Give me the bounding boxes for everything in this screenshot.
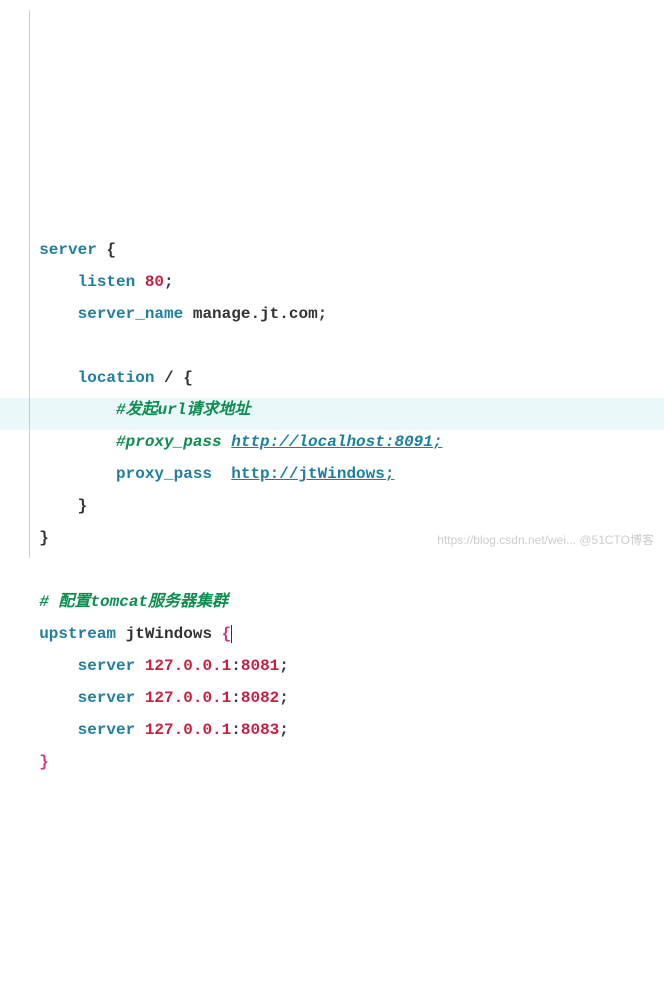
srv3-ip: 127.0.0.1 [145, 721, 231, 739]
semicolon: ; [164, 273, 174, 291]
comment-proxypass-link: http://localhost:8091; [231, 433, 442, 451]
semicolon: ; [279, 689, 289, 707]
code-block: server { listen 80; server_name manage.j… [20, 234, 664, 778]
comment-proxypass-prefix: #proxy_pass [116, 433, 231, 451]
semicolon: ; [279, 657, 289, 675]
srv2-ip: 127.0.0.1 [145, 689, 231, 707]
brace-close: } [39, 529, 49, 547]
colon: : [231, 689, 241, 707]
keyword-server: server [78, 657, 136, 675]
keyword-server: server [78, 689, 136, 707]
colon: : [231, 657, 241, 675]
upstream-name: jtWindows [126, 625, 212, 643]
keyword-server-name: server_name [78, 305, 184, 323]
brace-open: { [183, 369, 193, 387]
srv2-port: 8082 [241, 689, 279, 707]
keyword-proxypass: proxy_pass [116, 465, 212, 483]
semicolon: ; [279, 721, 289, 739]
location-path: / [164, 369, 174, 387]
comment-url: #发起url请求地址 [116, 401, 250, 419]
srv1-port: 8081 [241, 657, 279, 675]
srv3-port: 8083 [241, 721, 279, 739]
comment-cluster: # 配置tomcat服务器集群 [39, 593, 228, 611]
keyword-upstream: upstream [39, 625, 116, 643]
brace-open-hl: { [222, 625, 232, 643]
brace-close-hl: } [39, 753, 49, 771]
semicolon: ; [318, 305, 328, 323]
keyword-listen: listen [78, 273, 136, 291]
brace-open: { [106, 241, 116, 259]
watermark-text: https://blog.csdn.net/wei... @51CTO博客 [437, 528, 654, 552]
colon: : [231, 721, 241, 739]
port-80: 80 [145, 273, 164, 291]
text-cursor [231, 625, 232, 643]
keyword-server: server [78, 721, 136, 739]
servername-value: manage.jt.com [193, 305, 318, 323]
keyword-location: location [78, 369, 155, 387]
brace-close: } [78, 497, 88, 515]
proxypass-link: http://jtWindows; [231, 465, 394, 483]
srv1-ip: 127.0.0.1 [145, 657, 231, 675]
keyword-server: server [39, 241, 97, 259]
